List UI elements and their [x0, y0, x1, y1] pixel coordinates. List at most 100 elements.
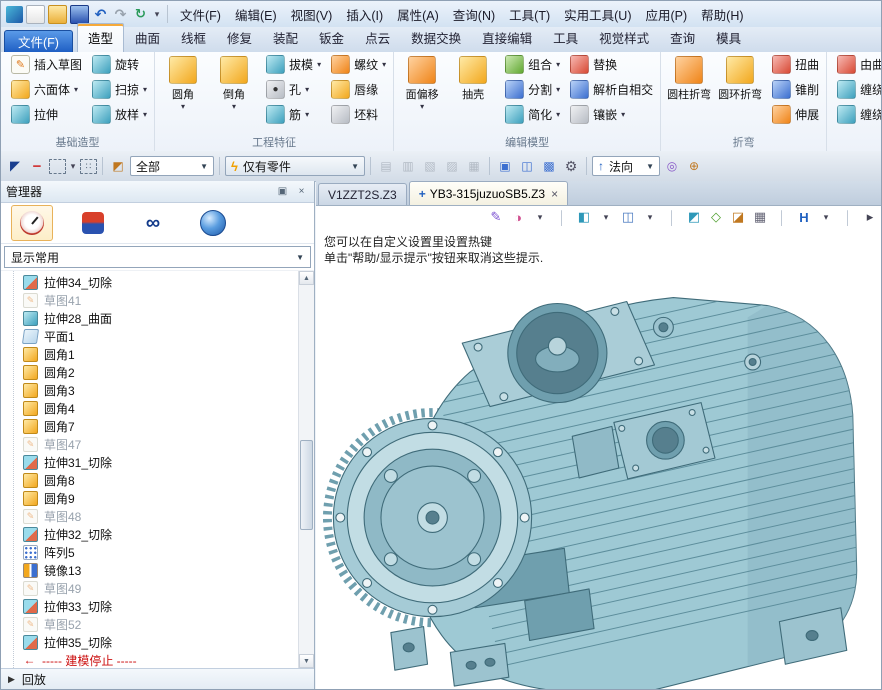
tree-item[interactable]: 拉伸31_切除 [3, 453, 298, 471]
customize-arrow-icon[interactable]: ▾ [152, 6, 162, 23]
dropdown-arrow-icon[interactable]: ▾ [530, 207, 550, 227]
datum-plane-icon[interactable]: ◇ [706, 207, 726, 227]
pick-box-icon[interactable] [49, 159, 66, 174]
view-manager-tab[interactable] [193, 206, 233, 240]
overflow-icon[interactable]: ▸ [860, 207, 880, 227]
save-icon[interactable] [70, 5, 89, 24]
redo-icon[interactable]: ↷ [112, 6, 129, 23]
shade-mode-icon[interactable]: ◧ [574, 207, 594, 227]
pick-region-icon[interactable]: ◫ [517, 157, 537, 176]
ribbon-tab[interactable]: 造型 [77, 23, 124, 52]
target-point-icon[interactable]: ⊕ [684, 157, 704, 176]
ribbon-tab[interactable]: 视觉样式 [589, 24, 659, 52]
tree-item[interactable]: ← ----- 建模停止 ----- [3, 651, 298, 668]
assembly-manager-tab[interactable] [73, 206, 113, 240]
history-manager-tab[interactable] [11, 205, 53, 241]
section-view-icon[interactable]: ◪ [728, 207, 748, 227]
tree-item[interactable]: ✎ 草图47 [3, 435, 298, 453]
ribbon-button[interactable]: ● 孔 ▾ [262, 78, 325, 101]
filter-color-icon[interactable]: ◩ [108, 157, 128, 176]
scroll-up-arrow[interactable]: ▲ [299, 271, 314, 285]
ribbon-button[interactable]: 拉伸 [7, 103, 86, 126]
ribbon-tab[interactable]: 直接编辑 [472, 24, 542, 52]
dropdown-arrow-icon[interactable]: ▾ [640, 207, 660, 227]
tree-item[interactable]: 拉伸32_切除 [3, 525, 298, 543]
open-file-icon[interactable] [48, 5, 67, 24]
pick-chain-icon[interactable]: ▩ [539, 157, 559, 176]
annotate-icon[interactable]: ✎ [486, 207, 506, 227]
app-logo-icon[interactable] [6, 6, 23, 23]
ribbon-button[interactable]: 唇缘 [327, 78, 390, 101]
ribbon-button[interactable]: 分割 ▾ [501, 78, 564, 101]
ribbon-button[interactable]: 缠绕 [833, 78, 881, 101]
ribbon-button[interactable]: 坯料 [327, 103, 390, 126]
ribbon-button[interactable]: 由曲线 [833, 53, 881, 76]
entity-filter-select[interactable]: 全部 ▼ [130, 156, 214, 176]
display-filter-select[interactable]: 显示常用 ▼ [4, 246, 311, 268]
3d-viewport[interactable]: ✎◑▾│◧▾◫▾│◩◇◪▦│H▾│▸ 您可以在自定义设置里设置热键 单击"帮助/… [316, 206, 881, 689]
scroll-down-arrow[interactable]: ▼ [299, 654, 314, 668]
new-file-icon[interactable] [26, 5, 45, 24]
dropdown-arrow-icon[interactable]: ▾ [816, 207, 836, 227]
ribbon-tab[interactable]: 线框 [171, 24, 216, 52]
tree-item[interactable]: 平面1 [3, 327, 298, 345]
motor-housing-model[interactable] [318, 248, 880, 689]
ribbon-button[interactable]: 筋 ▾ [262, 103, 325, 126]
tree-item[interactable]: 拉伸33_切除 [3, 597, 298, 615]
tree-item[interactable]: 圆角2 [3, 363, 298, 381]
regen-icon[interactable]: ↻ [132, 6, 149, 23]
ribbon-button[interactable]: 组合 ▾ [501, 53, 564, 76]
tree-scrollbar[interactable]: ▲ ▼ [298, 271, 314, 668]
ribbon-big-button[interactable]: 圆环折弯 [715, 53, 765, 136]
tree-item[interactable]: 圆角9 [3, 489, 298, 507]
ribbon-big-button[interactable]: 圆角 ▾ [158, 53, 208, 136]
close-tab-icon[interactable]: × [551, 187, 558, 201]
scrollbar-track[interactable] [299, 285, 314, 654]
visibility-manager-tab[interactable]: ∞ [133, 206, 173, 240]
tree-item[interactable]: 圆角7 [3, 417, 298, 435]
ribbon-button[interactable]: 简化 ▾ [501, 103, 564, 126]
tree-item[interactable]: ✎ 草图48 [3, 507, 298, 525]
document-tab[interactable]: + YB3-315juzuoSB5.Z3 × [409, 181, 568, 205]
ribbon-tab[interactable]: 装配 [263, 24, 308, 52]
hide-entity-icon[interactable]: H [794, 207, 814, 227]
ribbon-button[interactable]: 六面体 ▾ [7, 78, 86, 101]
tree-item[interactable]: 拉伸34_切除 [3, 273, 298, 291]
undo-icon[interactable]: ↶ [92, 6, 109, 23]
direction-select[interactable]: ↑ 法向 ▼ [592, 156, 660, 176]
ribbon-tab[interactable]: 钣金 [309, 24, 354, 52]
dropdown-arrow-icon[interactable]: ▾ [68, 157, 78, 176]
file-tab[interactable]: 文件(F) [4, 30, 73, 52]
tree-item[interactable]: 圆角8 [3, 471, 298, 489]
ribbon-tab[interactable]: 曲面 [125, 24, 170, 52]
ribbon-tab[interactable]: 模具 [706, 24, 751, 52]
tree-item[interactable]: 阵列5 [3, 543, 298, 561]
tree-item[interactable]: 拉伸35_切除 [3, 633, 298, 651]
snap-icon[interactable]: ◎ [662, 157, 682, 176]
ribbon-tab[interactable]: 修复 [217, 24, 262, 52]
replay-section[interactable]: ▶ 回放 [1, 668, 314, 689]
tree-item[interactable]: 圆角1 [3, 345, 298, 363]
ribbon-button[interactable]: 镶嵌 ▾ [566, 103, 657, 126]
ribbon-tab[interactable]: 工具 [543, 24, 588, 52]
background-icon[interactable]: ▦ [750, 207, 770, 227]
document-tab[interactable]: V1ZZT2S.Z3 [318, 183, 407, 205]
ribbon-button[interactable]: 扫掠 ▾ [88, 78, 151, 101]
ribbon-button[interactable]: 锥削 [768, 78, 823, 101]
ribbon-button[interactable]: 伸展 [768, 103, 823, 126]
ribbon-button[interactable]: 螺纹 ▾ [327, 53, 390, 76]
gear-icon[interactable]: ⚙ [561, 157, 581, 176]
pick-scope-select[interactable]: ϟ 仅有零件 ▼ [225, 156, 365, 176]
select-cursor-icon[interactable]: ◤ [5, 157, 25, 176]
ribbon-tab[interactable]: 数据交换 [401, 24, 471, 52]
wireframe-mode-icon[interactable]: ◫ [618, 207, 638, 227]
ribbon-button[interactable]: 拔模 ▾ [262, 53, 325, 76]
ribbon-button[interactable]: 放样 ▾ [88, 103, 151, 126]
ribbon-big-button[interactable]: 抽壳 [448, 53, 498, 136]
ribbon-button[interactable]: 旋转 [88, 53, 151, 76]
ribbon-button[interactable]: 扭曲 [768, 53, 823, 76]
tree-item[interactable]: 圆角3 [3, 381, 298, 399]
ribbon-button[interactable]: 缠绕 [833, 103, 881, 126]
ribbon-big-button[interactable]: 倒角 ▾ [209, 53, 259, 136]
ribbon-big-button[interactable]: 面偏移 ▾ [397, 53, 447, 136]
